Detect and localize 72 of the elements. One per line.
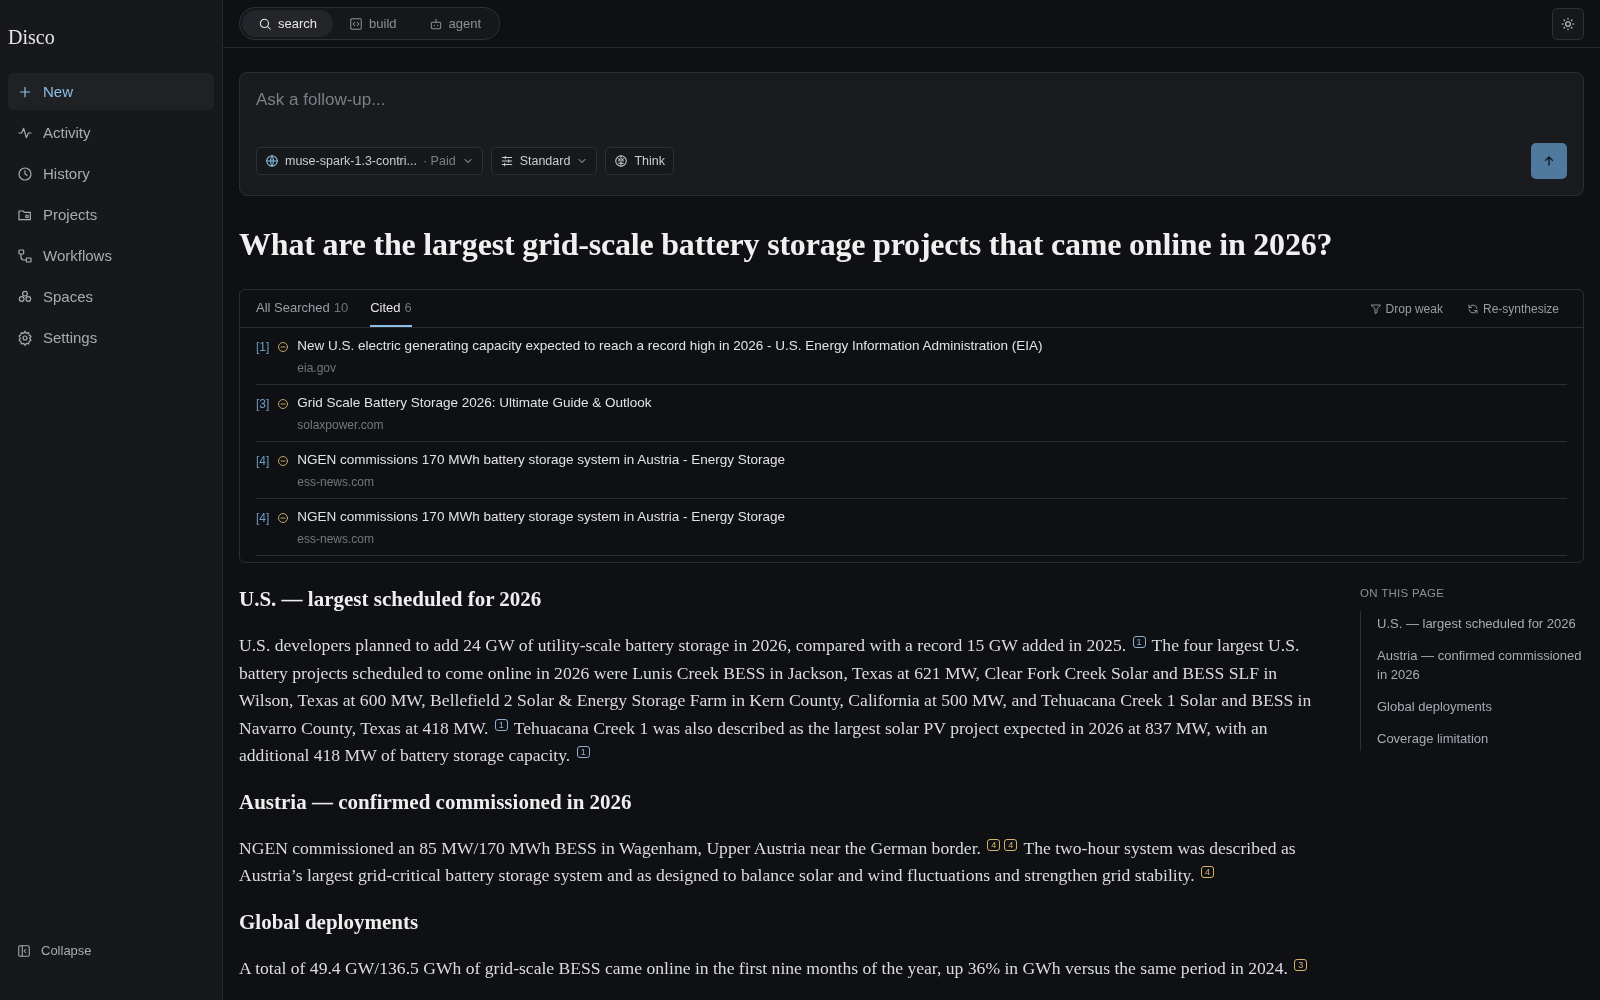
toc-link[interactable]: Austria — confirmed commissioned in 2026 bbox=[1377, 646, 1584, 684]
citation-number: [1] bbox=[256, 340, 270, 354]
citation-badge[interactable]: 4 bbox=[987, 838, 1001, 851]
circles-icon bbox=[17, 288, 33, 305]
app-logo: Disco bbox=[8, 26, 55, 49]
sidebar-item[interactable]: Activity bbox=[8, 114, 214, 151]
sidebar-item[interactable]: New bbox=[8, 73, 214, 110]
minus-circle-icon bbox=[277, 512, 290, 524]
drop-weak-button[interactable]: Drop weak bbox=[1369, 301, 1443, 316]
source-link[interactable]: NGEN commissions 170 MWh battery storage system in Austria - Energy Storage bbox=[297, 509, 786, 524]
sidebar-item[interactable]: Settings bbox=[8, 319, 214, 356]
citation-badge[interactable]: 3 bbox=[1294, 958, 1308, 971]
mode-tab[interactable]: search bbox=[242, 10, 334, 37]
think-button[interactable]: Think bbox=[605, 147, 674, 175]
source-domain: solaxpower.com bbox=[297, 418, 384, 432]
mode-tab[interactable]: build bbox=[333, 10, 413, 37]
filter-icon bbox=[1369, 302, 1382, 315]
sidebar-item[interactable]: History bbox=[8, 155, 214, 192]
paragraph: NGEN commissioned an 85 MW/170 MWh BESS in Wagenham, Upper Austria near the German border. 4 4 The two-hour system was described as Austria’s largest grid-critical battery storage system and as designed to balance solar and wind fluctuations and strengthen grid stability. 4 bbox=[239, 836, 1297, 887]
citation-number: [3] bbox=[256, 397, 270, 411]
citation-badge[interactable]: 1 bbox=[1132, 636, 1146, 648]
citation-number: [4] bbox=[256, 454, 270, 468]
source-domain: ess-news.com bbox=[297, 532, 375, 546]
workflow-icon bbox=[17, 247, 33, 264]
citation-badge[interactable]: 4 bbox=[1004, 838, 1018, 851]
sidebar-item[interactable]: Spaces bbox=[8, 278, 214, 315]
theme-toggle-button[interactable] bbox=[1552, 7, 1584, 40]
citation-number: [4] bbox=[256, 511, 270, 525]
resynthesize-button[interactable]: Re-synthesize bbox=[1466, 301, 1559, 316]
toc-link[interactable]: U.S. — largest scheduled for 2026 bbox=[1377, 614, 1584, 633]
settings-icon bbox=[17, 329, 33, 346]
paragraph: U.S. developers planned to add 24 GW of utility-scale battery storage in 2026, compared with a record 15 GW added in 2025. 1 The four largest U.S. battery projects scheduled to come online in 2026 were Lunis Creek BESS in Jackson, Texas at 621 MW, Clear Fork Creek Solar and BESS SLF in Wilson, Texas at 600 MW, Bellefield 2 Solar & Energy Storage Farm in Kern County, California at 500 MW, and Tehuacana Creek 1 Solar and BESS in Navarro County, Texas at 418 MW. 1 Tehuacana Creek 1 was also described as the largest solar PV project expected in 2026 at 837 MW, with an additional 418 MW of battery storage capacity. 1 bbox=[239, 634, 1313, 767]
source-domain: ess-news.com bbox=[297, 475, 375, 489]
globe-icon bbox=[265, 154, 279, 168]
arrow-up-icon bbox=[1542, 154, 1556, 168]
toc-title: ON THIS PAGE bbox=[1360, 587, 1446, 599]
toc-link[interactable]: Global deployments bbox=[1377, 697, 1584, 716]
code-icon bbox=[349, 16, 364, 31]
sidebar-item[interactable]: Workflows bbox=[8, 237, 214, 274]
source-link[interactable]: New U.S. electric generating capacity expected to reach a record high in 2026 - U.S. Energy Information Administration (EIA) bbox=[297, 338, 1043, 353]
mode-tab[interactable]: agent bbox=[412, 10, 498, 37]
clock-icon bbox=[17, 165, 33, 182]
minus-circle-icon bbox=[277, 455, 290, 467]
source-domain: eia.gov bbox=[297, 361, 337, 375]
question-title: What are the largest grid-scale battery storage projects that came online in 2026? bbox=[239, 226, 1334, 263]
citation-badge[interactable]: 4 bbox=[1201, 866, 1215, 878]
sun-icon bbox=[1561, 16, 1575, 31]
section-heading: Austria — confirmed commissioned in 2026 bbox=[239, 789, 633, 815]
minus-circle-icon bbox=[277, 341, 290, 353]
toc-link[interactable]: Coverage limitation bbox=[1377, 729, 1584, 748]
search-icon bbox=[258, 16, 272, 31]
sliders-icon bbox=[499, 154, 514, 168]
sidebar-icon bbox=[17, 943, 31, 958]
mode-dropdown[interactable]: Standard bbox=[490, 147, 598, 175]
source-link[interactable]: Grid Scale Battery Storage 2026: Ultimate Guide & Outlook bbox=[297, 395, 652, 410]
sidebar-item[interactable]: Projects bbox=[8, 196, 214, 233]
brain-icon bbox=[614, 154, 629, 168]
model-dropdown[interactable]: muse-spark-1.3-contri... · Paid bbox=[256, 147, 483, 175]
citation-badge[interactable]: 1 bbox=[576, 746, 590, 758]
refresh-icon bbox=[1466, 302, 1479, 315]
collapse-button[interactable]: Collapse bbox=[8, 943, 101, 958]
minus-circle-icon bbox=[277, 398, 290, 410]
follow-up-field[interactable]: Ask a follow-up... bbox=[256, 89, 1567, 111]
robot-icon bbox=[428, 16, 443, 31]
sources-tab[interactable]: All Searched 10 bbox=[256, 290, 349, 327]
send-button[interactable] bbox=[1531, 143, 1567, 179]
sources-tab[interactable]: Cited 6 bbox=[370, 290, 412, 327]
source-link[interactable]: NGEN commissions 170 MWh battery storage system in Austria - Energy Storage bbox=[297, 452, 786, 467]
section-heading: Global deployments bbox=[239, 909, 420, 935]
paragraph: A total of 49.4 GW/136.5 GWh of grid-scale BESS came online in the first nine months of the year, up 36% in GWh versus the same period in 2024. 3 bbox=[239, 954, 1324, 982]
section-heading: U.S. — largest scheduled for 2026 bbox=[239, 587, 543, 612]
citation-badge[interactable]: 1 bbox=[494, 718, 508, 731]
